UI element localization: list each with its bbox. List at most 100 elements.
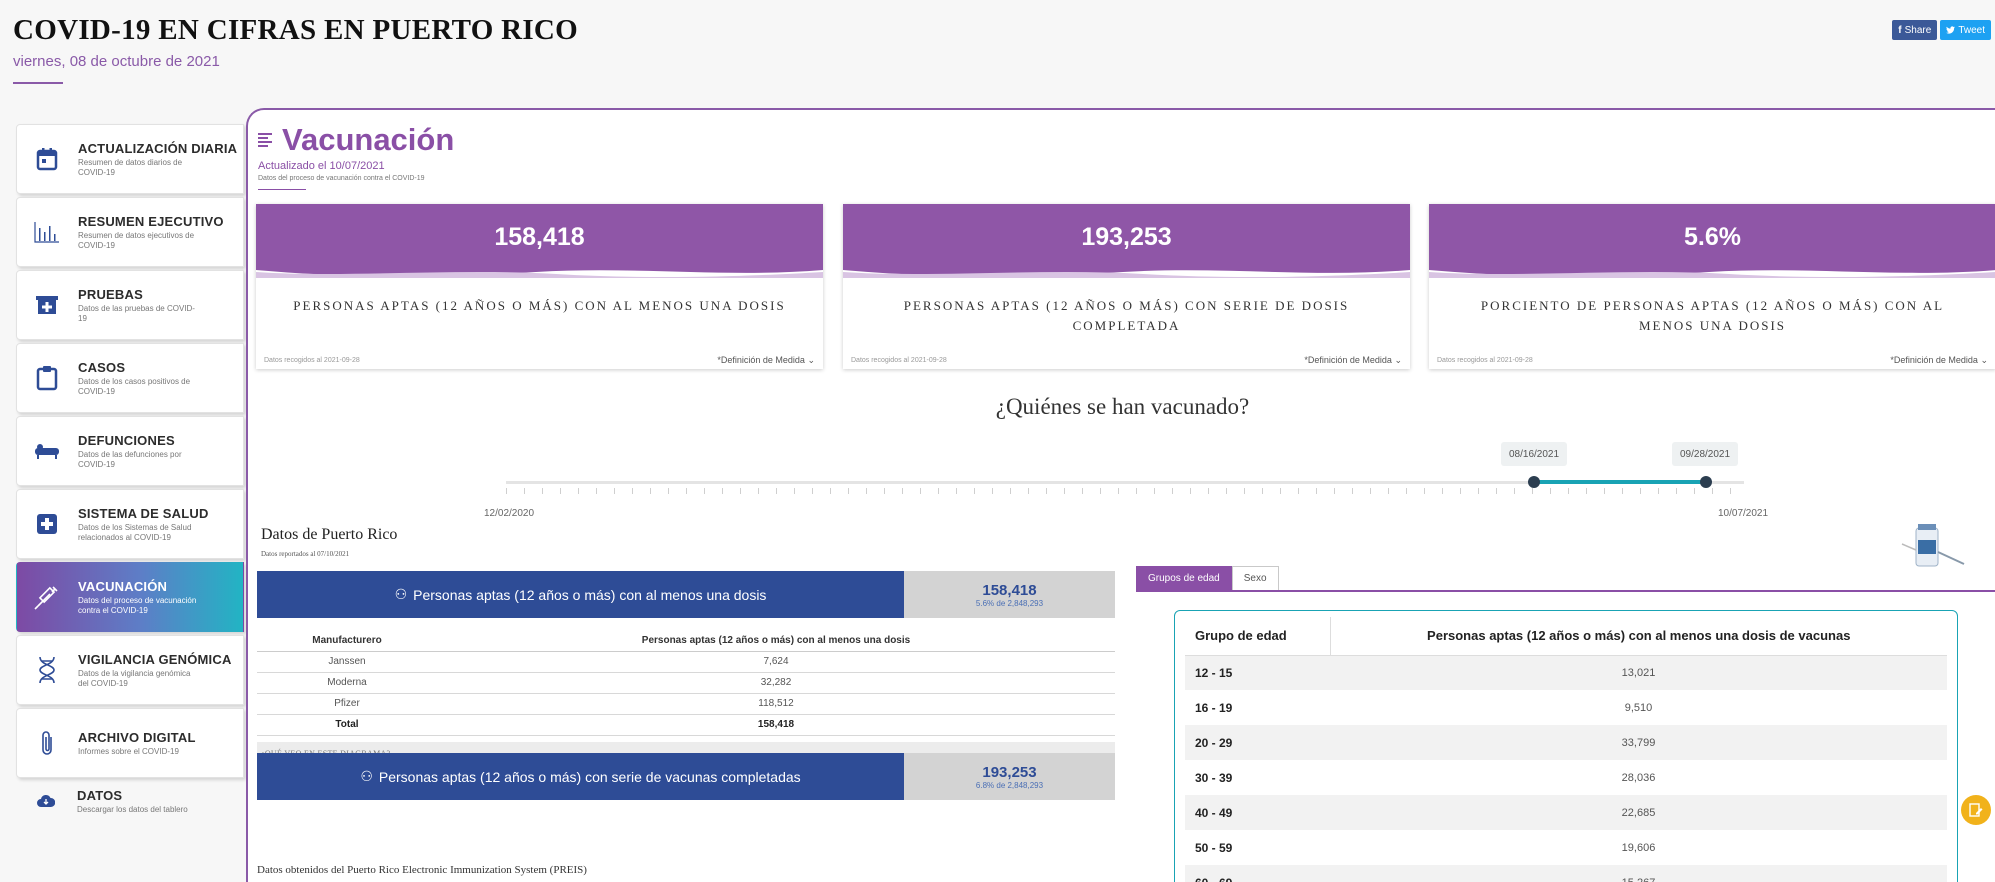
date-slider-end-handle[interactable] bbox=[1700, 476, 1712, 488]
stat-card: 158,418 PERSONAS APTAS (12 AÑOS O MÁS) C… bbox=[256, 204, 823, 369]
nav-subtitle: Resumen de datos diarios de COVID-19 bbox=[78, 157, 183, 177]
users-icon: ⚇ bbox=[360, 768, 373, 784]
section-title-text: Vacunación bbox=[282, 122, 455, 157]
calendar-icon bbox=[32, 144, 62, 174]
stat-label: PERSONAS APTAS (12 AÑOS O MÁS) CON SERIE… bbox=[903, 298, 1350, 333]
section-title: Vacunación bbox=[258, 122, 454, 158]
sidebar-item-pruebas[interactable]: PRUEBAS Datos de las pruebas de COVID-19 bbox=[16, 270, 244, 340]
stat-card: 193,253 PERSONAS APTAS (12 AÑOS O MÁS) C… bbox=[843, 204, 1410, 369]
stat-label: PERSONAS APTAS (12 AÑOS O MÁS) CON AL ME… bbox=[293, 298, 786, 313]
stat-footer: Datos recogidos al 2021-09-28 *Definició… bbox=[264, 355, 815, 366]
sidebar-item-resumen-ejecutivo[interactable]: RESUMEN EJECUTIVO Resumen de datos ejecu… bbox=[16, 197, 244, 267]
table-row: Pfizer 118,512 bbox=[257, 693, 1115, 715]
tweet-label: Tweet bbox=[1958, 24, 1985, 36]
manufacturer-cell: Moderna bbox=[257, 672, 437, 694]
date-slider-from-label: 08/16/2021 bbox=[1501, 442, 1568, 466]
sidebar-item-sistema-de-salud[interactable]: SISTEMA DE SALUD Datos de los Sistemas d… bbox=[16, 489, 244, 559]
date-slider-max-label: 10/07/2021 bbox=[1718, 508, 1769, 519]
manufacturer-cell: Pfizer bbox=[257, 693, 437, 715]
stat-value: 158,418 bbox=[494, 222, 585, 251]
nav-title: CASOS bbox=[78, 359, 126, 375]
value-cell: 7,624 bbox=[437, 651, 1115, 673]
summary-bar-label-area: ⚇ Personas aptas (12 años o más) con al … bbox=[257, 571, 904, 618]
stat-band: 193,253 bbox=[843, 204, 1410, 278]
column-header: Manufacturero bbox=[257, 631, 437, 652]
definition-label: *Definición de Medida bbox=[1890, 355, 1978, 365]
age-group-cell: 12 - 15 bbox=[1185, 655, 1330, 690]
nav-subtitle: Datos del proceso de vacunación contra e… bbox=[78, 595, 197, 615]
age-group-table: Grupo de edad Personas aptas (12 años o … bbox=[1185, 617, 1947, 882]
nav-title: PRUEBAS bbox=[78, 286, 143, 302]
page-date: viernes, 08 de octubre de 2021 bbox=[13, 53, 220, 70]
value-cell: 13,021 bbox=[1330, 655, 1947, 690]
value-cell: 22,685 bbox=[1330, 795, 1947, 830]
table-header-row: Grupo de edad Personas aptas (12 años o … bbox=[1185, 617, 1947, 656]
nav-title: VIGILANCIA GENÓMICA bbox=[78, 651, 232, 667]
nav-title: VACUNACIÓN bbox=[78, 578, 168, 594]
share-label: Share bbox=[1904, 24, 1932, 36]
summary-bar-subvalue: 5.6% de 2,848,293 bbox=[975, 598, 1044, 608]
tab-sexo[interactable]: Sexo bbox=[1231, 566, 1279, 591]
nav-subtitle: Resumen de datos ejecutivos de COVID-19 bbox=[78, 230, 195, 250]
twitter-tweet-button[interactable]: Tweet bbox=[1940, 20, 1991, 40]
column-header: Grupo de edad bbox=[1185, 617, 1331, 656]
health-cross-icon bbox=[32, 509, 62, 539]
users-icon: ⚇ bbox=[394, 586, 408, 602]
sidebar-item-defunciones[interactable]: DEFUNCIONES Datos de las defunciones por… bbox=[16, 416, 244, 486]
sidebar-item-vigilancia-genomica[interactable]: VIGILANCIA GENÓMICA Datos de la vigilanc… bbox=[16, 635, 244, 705]
wave-decoration bbox=[256, 264, 823, 278]
sidebar-item-vacunacion[interactable]: VACUNACIÓN Datos del proceso de vacunaci… bbox=[16, 562, 244, 632]
summary-bar-value: 158,418 bbox=[982, 581, 1037, 599]
stat-band: 158,418 bbox=[256, 204, 823, 278]
stat-value: 193,253 bbox=[1081, 222, 1172, 251]
manufacturer-cell: Janssen bbox=[257, 651, 437, 673]
sidebar-item-actualizacion-diaria[interactable]: ACTUALIZACIÓN DIARIA Resumen de datos di… bbox=[16, 124, 244, 194]
chevron-down-icon: ⌄ bbox=[1394, 355, 1402, 365]
stat-card: 5.6% PORCIENTO DE PERSONAS APTAS (12 AÑO… bbox=[1429, 204, 1995, 369]
facebook-share-button[interactable]: f Share bbox=[1892, 20, 1938, 40]
nav-title: ARCHIVO DIGITAL bbox=[78, 729, 196, 745]
date-slider-range bbox=[1534, 480, 1706, 484]
nav-subtitle: Informes sobre el COVID-19 bbox=[78, 746, 179, 756]
who-vaccinated-heading: ¿Quiénes se han vacunado? bbox=[995, 394, 1250, 419]
floating-action-button[interactable] bbox=[1961, 795, 1991, 825]
sidebar-item-archivo-digital[interactable]: ARCHIVO DIGITAL Informes sobre el COVID-… bbox=[16, 708, 244, 778]
nav-title: SISTEMA DE SALUD bbox=[78, 505, 209, 521]
total-label: Total bbox=[257, 714, 437, 736]
table-header-row: Manufacturero Personas aptas (12 años o … bbox=[257, 631, 1115, 652]
first-dose-summary-bar: ⚇ Personas aptas (12 años o más) con al … bbox=[257, 571, 1115, 618]
chevron-down-icon: ⌄ bbox=[1980, 355, 1988, 365]
value-cell: 9,510 bbox=[1624, 701, 1653, 714]
date-slider-ticks bbox=[506, 488, 1744, 494]
stat-source: Datos recogidos al 2021-09-28 bbox=[851, 357, 947, 364]
tabs-underline bbox=[1136, 590, 1995, 592]
page-header: COVID-19 EN CIFRAS EN PUERTO RICO vierne… bbox=[13, 14, 578, 70]
definition-toggle[interactable]: *Definición de Medida ⌄ bbox=[1304, 355, 1402, 366]
sidebar-item-datos[interactable]: DATOS Descargar los datos del tablero bbox=[16, 781, 244, 821]
definition-label: *Definición de Medida bbox=[1304, 355, 1392, 365]
wave-decoration bbox=[1429, 264, 1995, 278]
age-group-table-card: Grupo de edad Personas aptas (12 años o … bbox=[1174, 610, 1958, 882]
tab-grupos-de-edad[interactable]: Grupos de edad bbox=[1136, 566, 1232, 591]
date-slider-to-label: 09/28/2021 bbox=[1672, 442, 1739, 466]
value-cell: 15,267 bbox=[1330, 865, 1947, 882]
table-row: 12 - 15 13,021 bbox=[1185, 655, 1947, 690]
table-row: 30 - 39 28,036 bbox=[1185, 760, 1947, 795]
summary-bar-value-area: 158,418 5.6% de 2,848,293 bbox=[904, 571, 1115, 618]
column-header: Personas aptas (12 años o más) con al me… bbox=[437, 631, 1115, 652]
nav-subtitle: Descargar los datos del tablero bbox=[77, 804, 188, 814]
sidebar-item-casos[interactable]: CASOS Datos de los casos positivos de CO… bbox=[16, 343, 244, 413]
value-cell: 19,606 bbox=[1621, 841, 1656, 854]
manufacturer-table: Manufacturero Personas aptas (12 años o … bbox=[257, 631, 1115, 736]
date-slider-start-handle[interactable] bbox=[1528, 476, 1540, 488]
age-group-cell: 40 - 49 bbox=[1185, 795, 1330, 830]
paperclip-icon bbox=[32, 728, 62, 758]
definition-toggle[interactable]: *Definición de Medida ⌄ bbox=[717, 355, 815, 366]
section-updated: Actualizado el 10/07/2021 bbox=[258, 160, 385, 172]
table-total-row: Total 158,418 bbox=[257, 714, 1115, 736]
table-row: 16 - 19 9,510 bbox=[1185, 690, 1947, 725]
definition-toggle[interactable]: *Definición de Medida ⌄ bbox=[1890, 355, 1988, 366]
value-cell: 28,036 bbox=[1621, 771, 1656, 784]
summary-bar-label: Personas aptas (12 años o más) con al me… bbox=[413, 586, 767, 603]
column-header: Personas aptas (12 años o más) con al me… bbox=[1330, 617, 1947, 656]
